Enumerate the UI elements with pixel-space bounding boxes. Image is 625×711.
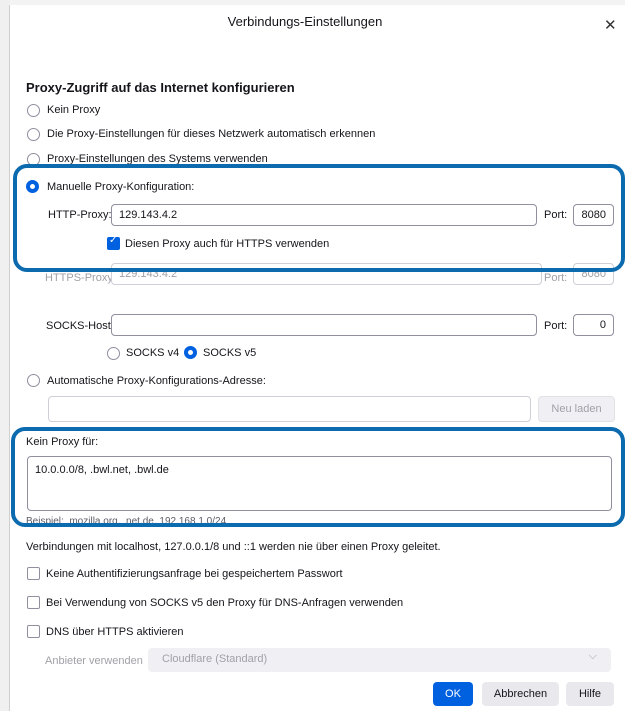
ok-button[interactable]: OK — [433, 682, 473, 706]
background-window-top — [9, 0, 625, 5]
provider-label: Anbieter verwenden — [45, 655, 143, 667]
close-icon[interactable]: ✕ — [604, 18, 617, 33]
checkbox-socks-dns[interactable] — [27, 596, 40, 609]
socks-port-label: Port: — [544, 320, 568, 332]
label-no-auth-prompt: Keine Authentifizierungsanfrage bei gesp… — [46, 568, 343, 580]
dialog-title: Verbindungs-Einstellungen — [227, 14, 383, 29]
help-button[interactable]: Hilfe — [566, 682, 614, 706]
radio-auto-config[interactable] — [27, 374, 40, 387]
radio-socks-v5[interactable] — [184, 346, 197, 359]
reload-button[interactable]: Neu laden — [538, 396, 615, 422]
provider-select[interactable]: Cloudflare (Standard) ⌵ — [148, 648, 611, 672]
radio-no-proxy[interactable] — [27, 104, 40, 117]
socks-port-input[interactable]: 0 — [573, 314, 614, 336]
highlight-no-proxy — [11, 427, 625, 527]
localhost-note: Verbindungen mit localhost, 127.0.0.1/8 … — [26, 541, 441, 553]
label-socks-v5: SOCKS v5 — [203, 347, 257, 359]
label-auto-detect: Die Proxy-Einstellungen für dieses Netzw… — [47, 128, 376, 140]
background-window-strip — [0, 0, 10, 711]
label-no-proxy: Kein Proxy — [47, 104, 101, 116]
provider-value: Cloudflare (Standard) — [162, 653, 268, 665]
https-port-label: Port: — [544, 272, 568, 284]
chevron-down-icon: ⌵ — [588, 650, 597, 662]
label-dns-https: DNS über HTTPS aktivieren — [46, 626, 184, 638]
label-socks-dns: Bei Verwendung von SOCKS v5 den Proxy fü… — [46, 597, 404, 609]
https-proxy-label: HTTPS-Proxy: — [45, 272, 116, 284]
label-socks-v4: SOCKS v4 — [126, 347, 180, 359]
socks-host-label: SOCKS-Host: — [46, 320, 114, 332]
socks-host-input[interactable] — [111, 314, 537, 336]
cancel-button[interactable]: Abbrechen — [482, 682, 559, 706]
section-title: Proxy-Zugriff auf das Internet konfiguri… — [26, 80, 295, 95]
highlight-manual-proxy — [13, 164, 625, 272]
radio-socks-v4[interactable] — [107, 347, 120, 360]
checkbox-dns-https[interactable] — [27, 625, 40, 638]
checkbox-no-auth-prompt[interactable] — [27, 567, 40, 580]
label-auto-config: Automatische Proxy-Konfigurations-Adress… — [47, 375, 266, 387]
auto-config-url-input[interactable] — [48, 396, 531, 422]
radio-auto-detect[interactable] — [27, 128, 40, 141]
